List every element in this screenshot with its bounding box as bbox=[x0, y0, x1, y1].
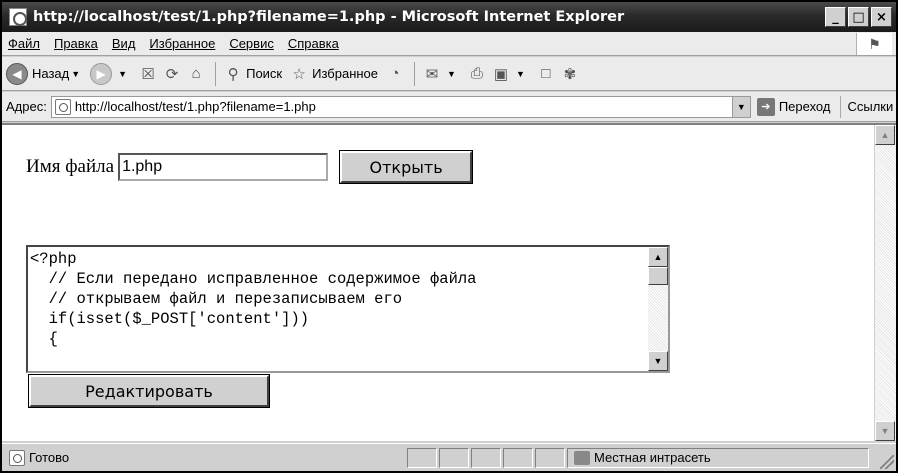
ie-page-icon bbox=[9, 8, 27, 26]
edit-with-word-button[interactable]: ▣ ▼ bbox=[490, 63, 529, 85]
status-panel bbox=[471, 447, 501, 468]
search-button[interactable]: ⚲ Поиск bbox=[222, 63, 283, 85]
mail-dropdown-icon: ▼ bbox=[447, 68, 456, 79]
textarea-scroll-up-icon[interactable]: ▲ bbox=[648, 247, 668, 267]
menu-help[interactable]: Справка bbox=[288, 36, 339, 51]
standard-toolbar: ◀ Назад ▼ ▶ ▼ ☒ ⟳ ⌂ ⚲ Поиск ☆ Избранное … bbox=[2, 57, 896, 91]
page-icon bbox=[54, 98, 71, 115]
forward-button[interactable]: ▶ ▼ bbox=[90, 62, 131, 85]
menu-edit[interactable]: Правка bbox=[54, 36, 98, 51]
word-icon: ▣ bbox=[493, 65, 509, 83]
favorites-label: Избранное bbox=[312, 66, 379, 81]
page-content: Имя файла 1.php Открыть <?php // Если пе… bbox=[2, 123, 896, 441]
refresh-icon[interactable]: ⟳ bbox=[161, 63, 183, 85]
go-arrow-icon: ➔ bbox=[756, 97, 775, 116]
zone-label: Местная интрасеть bbox=[594, 450, 711, 465]
windows-logo-icon: ⚑ bbox=[856, 33, 892, 55]
window-title: http://localhost/test/1.php?filename=1.p… bbox=[33, 9, 625, 25]
security-zone: Местная интрасеть bbox=[567, 447, 869, 468]
textarea-scroll-down-icon[interactable]: ▼ bbox=[648, 351, 668, 371]
minimize-button[interactable]: _ bbox=[825, 7, 846, 27]
toolbar-separator bbox=[414, 61, 416, 86]
go-button[interactable]: ➔ Переход bbox=[756, 97, 831, 116]
intranet-zone-icon bbox=[574, 450, 590, 465]
favorites-star-icon: ☆ bbox=[292, 65, 306, 83]
textarea-scroll-thumb[interactable] bbox=[648, 267, 668, 285]
status-text: Готово bbox=[29, 450, 70, 465]
menu-file[interactable]: Файл bbox=[8, 36, 40, 51]
filename-label: Имя файла bbox=[26, 156, 115, 177]
status-page-icon bbox=[9, 449, 25, 466]
menu-favorites[interactable]: Избранное bbox=[149, 36, 215, 51]
menu-bar: Файл Правка Вид Избранное Сервис Справка… bbox=[2, 32, 896, 56]
status-panel bbox=[407, 447, 437, 468]
search-icon: ⚲ bbox=[227, 65, 239, 83]
open-file-form: Имя файла 1.php Открыть bbox=[26, 150, 474, 184]
messenger-flower-icon[interactable]: ✾ bbox=[559, 63, 581, 85]
filename-input[interactable]: 1.php bbox=[118, 153, 329, 181]
address-bar: Адрес: http://localhost/test/1.php?filen… bbox=[2, 92, 896, 122]
scroll-up-icon[interactable]: ▲ bbox=[875, 125, 895, 145]
edit-button[interactable]: Редактировать bbox=[28, 374, 270, 408]
edit-dropdown-icon: ▼ bbox=[515, 68, 525, 79]
home-icon[interactable]: ⌂ bbox=[185, 63, 207, 85]
address-url: http://localhost/test/1.php?filename=1.p… bbox=[74, 99, 316, 114]
open-button[interactable]: Открыть bbox=[339, 150, 474, 184]
toolbar-separator bbox=[215, 61, 217, 86]
back-dropdown-icon: ▼ bbox=[71, 68, 81, 79]
address-label: Адрес: bbox=[6, 99, 47, 114]
forward-dropdown-icon: ▼ bbox=[118, 68, 128, 79]
resize-grip-icon[interactable] bbox=[880, 455, 894, 469]
search-label: Поиск bbox=[246, 66, 283, 81]
textarea-scrollbar[interactable]: ▲ ▼ bbox=[648, 247, 668, 371]
back-button[interactable]: ◀ Назад ▼ bbox=[6, 62, 84, 85]
mail-icon: ✉ bbox=[425, 65, 439, 83]
links-button[interactable]: Ссылки bbox=[840, 95, 893, 118]
scroll-down-icon[interactable]: ▼ bbox=[875, 421, 895, 441]
status-panel bbox=[439, 447, 469, 468]
back-label: Назад bbox=[32, 66, 70, 81]
favorites-button[interactable]: ☆ Избранное bbox=[288, 63, 378, 85]
maximize-button[interactable]: □ bbox=[848, 7, 869, 27]
status-panel bbox=[535, 447, 565, 468]
content-textarea[interactable]: <?php // Если передано исправленное соде… bbox=[26, 245, 670, 373]
address-input[interactable]: http://localhost/test/1.php?filename=1.p… bbox=[50, 95, 751, 118]
status-panel bbox=[503, 447, 533, 468]
address-dropdown-icon[interactable]: ▼ bbox=[731, 96, 750, 117]
discuss-icon[interactable]: □ bbox=[535, 63, 557, 85]
file-content-code: <?php // Если передано исправленное соде… bbox=[30, 250, 477, 348]
go-label: Переход bbox=[778, 99, 831, 114]
page-scrollbar[interactable]: ▲ ▼ bbox=[874, 125, 896, 441]
stop-icon[interactable]: ☒ bbox=[137, 63, 159, 85]
menu-view[interactable]: Вид bbox=[112, 36, 136, 51]
status-main-panel: Готово bbox=[2, 449, 407, 466]
close-button[interactable]: × bbox=[871, 7, 892, 27]
window-controls: _ □ × bbox=[825, 7, 892, 27]
menu-tools[interactable]: Сервис bbox=[229, 36, 274, 51]
status-bar: Готово Местная интрасеть bbox=[2, 443, 896, 471]
history-icon[interactable]: ◔ bbox=[384, 63, 406, 85]
back-arrow-icon: ◀ bbox=[6, 62, 28, 85]
browser-window: http://localhost/test/1.php?filename=1.p… bbox=[0, 0, 898, 473]
title-bar[interactable]: http://localhost/test/1.php?filename=1.p… bbox=[2, 2, 896, 32]
forward-arrow-icon: ▶ bbox=[90, 62, 113, 85]
print-icon[interactable]: ⎙ bbox=[466, 63, 488, 85]
mail-button[interactable]: ✉ ▼ bbox=[421, 63, 460, 85]
